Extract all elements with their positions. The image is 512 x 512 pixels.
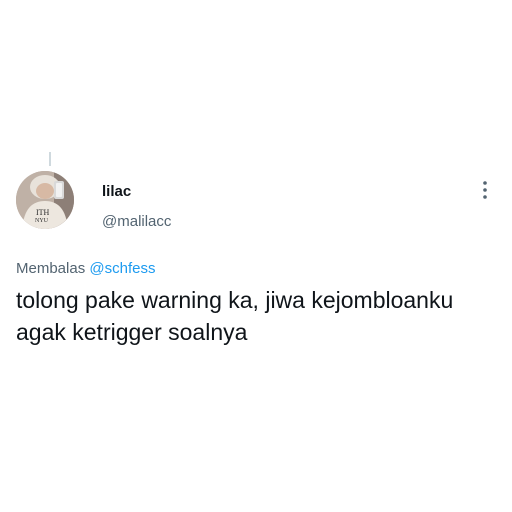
- tweet-text: tolong pake warning ka, jiwa kejombloank…: [16, 287, 454, 345]
- avatar-image: ITH NYU: [16, 171, 74, 229]
- display-name[interactable]: lilac: [102, 183, 131, 201]
- user-handle[interactable]: @malilacc: [102, 213, 171, 231]
- avatar[interactable]: ITH NYU: [16, 171, 74, 229]
- more-options-button[interactable]: [474, 178, 496, 202]
- reply-mention-link[interactable]: @schfess: [89, 260, 155, 277]
- more-vertical-icon: [483, 181, 487, 199]
- reply-prefix: Membalas: [16, 260, 86, 277]
- svg-text:ITH: ITH: [36, 208, 50, 217]
- thread-connector-line: [49, 152, 51, 166]
- reply-context: Membalas @schfess: [16, 260, 155, 278]
- svg-text:NYU: NYU: [35, 218, 49, 224]
